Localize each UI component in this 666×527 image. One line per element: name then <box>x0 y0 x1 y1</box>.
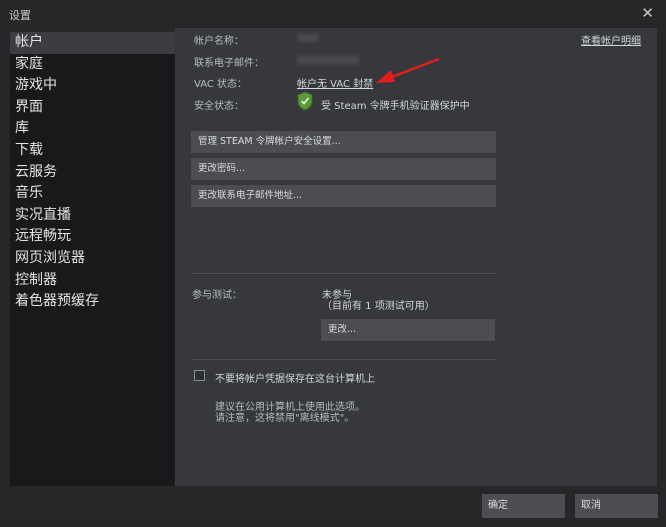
section-divider <box>191 359 496 360</box>
cancel-button[interactable]: 取消 <box>575 494 658 518</box>
account-name-redacted <box>297 34 319 42</box>
dont-save-credentials-checkbox[interactable] <box>194 370 205 381</box>
view-account-details-link[interactable]: 查看帐户明细 <box>581 32 641 47</box>
sidebar-item-downloads[interactable]: 下载 <box>10 140 175 162</box>
shield-check-icon <box>297 91 313 111</box>
sidebar-item-library[interactable]: 库 <box>10 118 175 140</box>
sidebar-item-web-browser[interactable]: 网页浏览器 <box>10 248 175 270</box>
security-status-label: 安全状态： <box>194 101 244 112</box>
beta-available-note: （目前有 1 项测试可用） <box>322 301 435 312</box>
settings-sidebar: 帐户 家庭 游戏中 界面 库 下载 云服务 音乐 实况直播 远程畅玩 网页浏览器… <box>10 32 175 486</box>
close-icon[interactable]: ✕ <box>641 4 654 22</box>
change-email-button[interactable]: 更改联系电子邮件地址... <box>191 185 496 207</box>
email-redacted <box>297 56 359 64</box>
manage-steam-guard-button[interactable]: 管理 STEAM 令牌帐户安全设置... <box>191 131 496 153</box>
title-bar: 设置 ✕ <box>0 0 666 28</box>
sidebar-item-broadcasting[interactable]: 实况直播 <box>10 205 175 227</box>
change-password-button[interactable]: 更改密码... <box>191 158 496 180</box>
sidebar-item-account[interactable]: 帐户 <box>10 32 175 54</box>
sidebar-item-controller[interactable]: 控制器 <box>10 270 175 292</box>
vac-status-label: VAC 状态： <box>194 79 248 90</box>
sidebar-item-music[interactable]: 音乐 <box>10 183 175 205</box>
sidebar-item-remote-play[interactable]: 远程畅玩 <box>10 226 175 248</box>
vac-status-link[interactable]: 帐户无 VAC 封禁 <box>297 75 373 90</box>
sidebar-item-cloud[interactable]: 云服务 <box>10 162 175 184</box>
change-beta-button[interactable]: 更改... <box>321 319 495 341</box>
ok-button[interactable]: 确定 <box>482 494 565 518</box>
section-divider <box>191 273 496 274</box>
account-name-label: 帐户名称： <box>194 36 244 47</box>
sidebar-item-family[interactable]: 家庭 <box>10 54 175 76</box>
account-settings-panel: 帐户名称： 联系电子邮件： VAC 状态： 帐户无 VAC 封禁 安全状态： 受… <box>175 28 657 486</box>
sidebar-item-interface[interactable]: 界面 <box>10 97 175 119</box>
dont-save-credentials-label: 不要将帐户凭据保存在这台计算机上 <box>215 374 375 385</box>
window-title: 设置 <box>9 9 31 22</box>
sidebar-item-shader-precache[interactable]: 着色器预缓存 <box>10 291 175 313</box>
red-arrow-annotation <box>376 57 440 83</box>
sidebar-item-in-game[interactable]: 游戏中 <box>10 75 175 97</box>
beta-participation-label: 参与测试： <box>192 290 242 301</box>
security-status-value: 受 Steam 令牌手机验证器保护中 <box>321 101 470 112</box>
offline-mode-hint: 请注意，这将禁用"离线模式"。 <box>215 413 355 424</box>
email-label: 联系电子邮件： <box>194 58 264 69</box>
